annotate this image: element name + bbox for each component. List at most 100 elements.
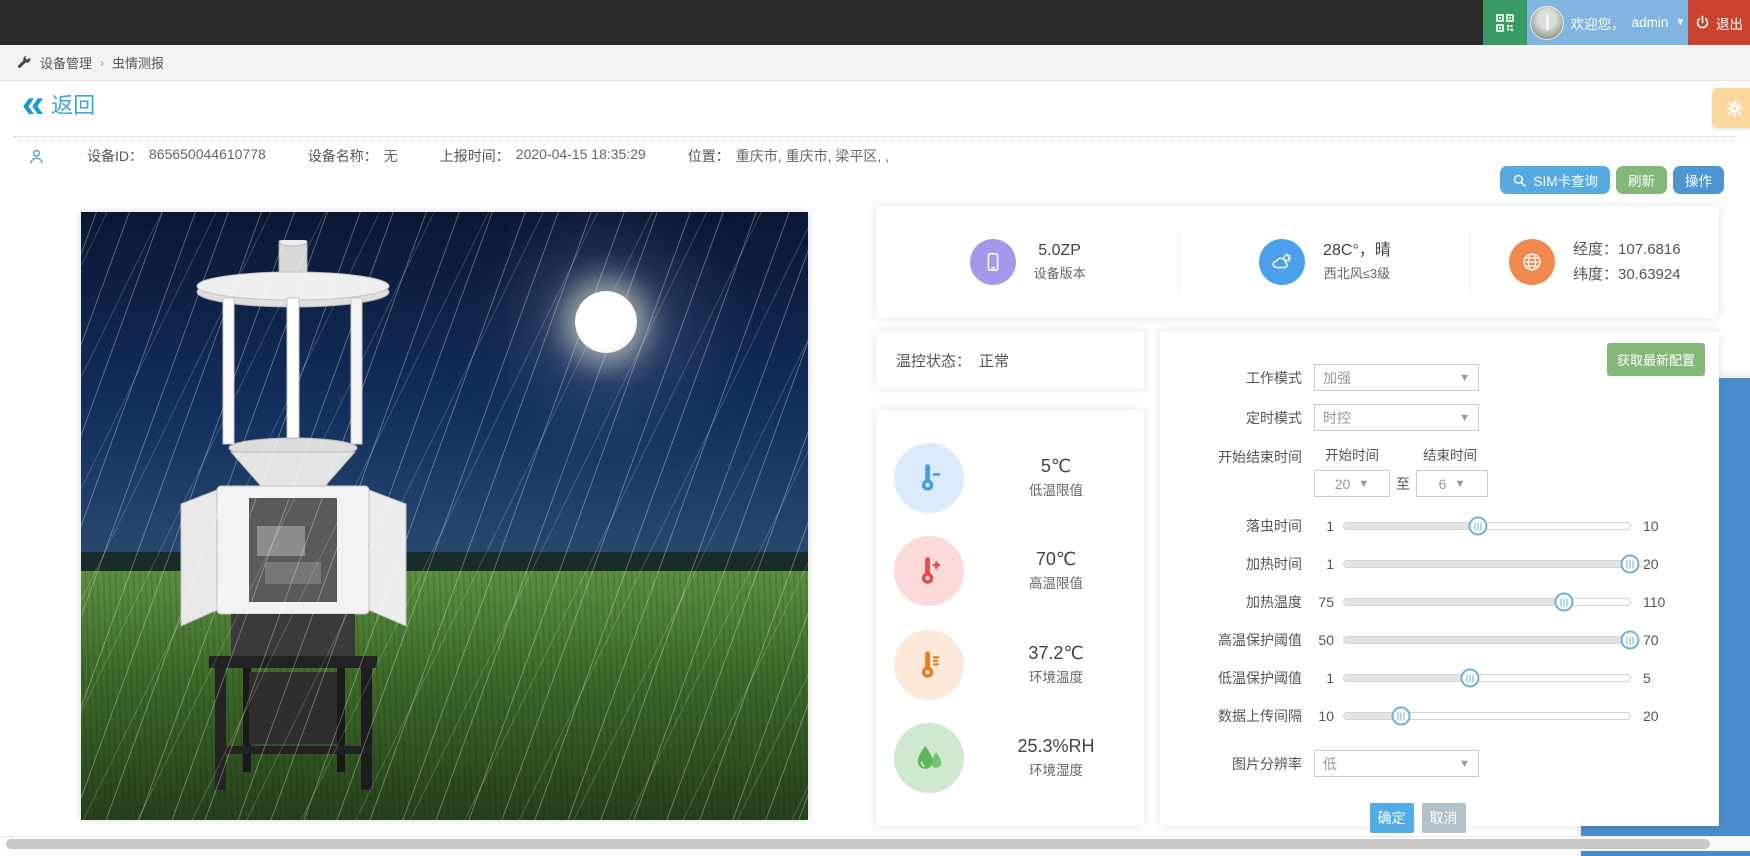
form-actions: 确定 取消 bbox=[1138, 803, 1697, 833]
to-label: 至 bbox=[1396, 474, 1410, 494]
humidity-drop-icon bbox=[894, 723, 964, 793]
pest-trap-device bbox=[173, 240, 413, 800]
time-range-selects: 20▼ 至 6▼ bbox=[1314, 470, 1719, 497]
sensor-label: 环境湿度 bbox=[968, 759, 1144, 783]
slider-row: 加热时间 1 20 bbox=[1160, 552, 1719, 576]
start-time-select[interactable]: 20▼ bbox=[1314, 470, 1390, 497]
resolution-label: 图片分辨率 bbox=[1160, 754, 1302, 774]
slider-max: 70 bbox=[1643, 632, 1659, 648]
globe-icon bbox=[1509, 239, 1555, 285]
slider-label: 落虫时间 bbox=[1160, 516, 1302, 536]
weather-label: 西北风≤3级 bbox=[1323, 263, 1391, 285]
horizontal-scrollbar-thumb[interactable] bbox=[6, 839, 1710, 849]
slider-min: 75 bbox=[1310, 594, 1334, 610]
slider-min: 1 bbox=[1310, 670, 1334, 686]
slider-track[interactable] bbox=[1343, 560, 1631, 568]
dotted-divider bbox=[14, 136, 1736, 137]
slider-label: 低温保护阈值 bbox=[1160, 668, 1302, 688]
wrench-icon bbox=[16, 55, 32, 71]
slider-row: 落虫时间 1 10 bbox=[1160, 514, 1719, 538]
coordinates-block: 经度：107.6816 纬度：30.63924 bbox=[1471, 237, 1719, 287]
toolbar: 拍照 SIM卡查询 刷新 操作 bbox=[1500, 166, 1724, 194]
temp-status-card: 温控状态： 正常 bbox=[876, 331, 1144, 389]
qr-code-button[interactable] bbox=[1483, 0, 1527, 45]
sensors-card: 5℃ 低温限值 70℃ 高温限值 37.2℃ 环境温度 bbox=[876, 410, 1144, 826]
sensor-value: 37.2℃ bbox=[968, 640, 1144, 666]
slider-row: 数据上传间隔 10 20 bbox=[1160, 704, 1719, 728]
slider-row: 高温保护阈值 50 70 bbox=[1160, 628, 1719, 652]
time-range-headers: 开始时间 结束时间 bbox=[1314, 444, 1486, 464]
slider-max: 10 bbox=[1643, 518, 1659, 534]
cancel-button[interactable]: 取消 bbox=[1422, 803, 1466, 833]
work-mode-select[interactable]: 加强▼ bbox=[1314, 364, 1479, 391]
operate-button[interactable]: 操作 bbox=[1673, 166, 1724, 194]
slider-track[interactable] bbox=[1343, 522, 1631, 530]
qr-code-icon bbox=[1495, 13, 1515, 33]
slider-thumb[interactable] bbox=[1621, 555, 1640, 574]
slider-thumb[interactable] bbox=[1555, 593, 1574, 612]
settings-tab-button[interactable] bbox=[1712, 88, 1750, 128]
avatar bbox=[1530, 6, 1564, 40]
breadcrumb-item-pest-report: 虫情测报 bbox=[112, 53, 164, 72]
page: 欢迎您， admin ▼ 退出 设备管理 › 虫情测报 « 返回 bbox=[0, 0, 1750, 856]
timer-mode-select[interactable]: 时控▼ bbox=[1314, 404, 1479, 431]
sensor-label: 低温限值 bbox=[968, 479, 1144, 503]
welcome-text: 欢迎您， bbox=[1571, 13, 1625, 33]
thermometer-low-icon bbox=[894, 443, 964, 513]
device-version-value: 5.0ZP bbox=[1034, 239, 1086, 263]
resolution-row: 图片分辨率 低▼ bbox=[1160, 750, 1719, 777]
slider-thumb[interactable] bbox=[1621, 631, 1640, 650]
slider-max: 5 bbox=[1643, 670, 1651, 686]
back-button[interactable]: « 返回 bbox=[22, 88, 95, 120]
sensor-value: 70℃ bbox=[968, 546, 1144, 572]
slider-label: 数据上传间隔 bbox=[1160, 706, 1302, 726]
moon bbox=[575, 291, 637, 353]
person-icon bbox=[28, 148, 45, 165]
summary-card: 5.0ZP 设备版本 28C°，晴 西北风≤3级 bbox=[876, 206, 1719, 318]
temp-status-value: 正常 bbox=[979, 350, 1009, 371]
timer-mode-row: 定时模式 时控▼ bbox=[1160, 404, 1719, 431]
slider-thumb[interactable] bbox=[1392, 707, 1411, 726]
end-time-select[interactable]: 6▼ bbox=[1416, 470, 1488, 497]
chevron-down-icon: ▼ bbox=[1459, 758, 1470, 770]
username: admin bbox=[1632, 15, 1669, 30]
slider-label: 加热温度 bbox=[1160, 592, 1302, 612]
logout-button[interactable]: 退出 bbox=[1688, 0, 1750, 45]
slider-row: 低温保护阈值 1 5 bbox=[1160, 666, 1719, 690]
confirm-button[interactable]: 确定 bbox=[1370, 803, 1414, 833]
list-item: 25.3%RH 环境湿度 bbox=[876, 723, 1144, 793]
fetch-config-button[interactable]: 获取最新配置 bbox=[1607, 343, 1705, 376]
user-menu[interactable]: 欢迎您，admin ▼ bbox=[1527, 0, 1688, 45]
power-icon bbox=[1695, 15, 1710, 30]
device-info-row: 设备ID：865650044610778 设备名称：无 上报时间：2020-04… bbox=[28, 146, 889, 166]
slider-track[interactable] bbox=[1343, 636, 1631, 644]
slider-thumb[interactable] bbox=[1469, 517, 1488, 536]
slider-min: 10 bbox=[1310, 708, 1334, 724]
slider-min: 50 bbox=[1310, 632, 1334, 648]
breadcrumb-item-devices[interactable]: 设备管理 bbox=[40, 53, 92, 72]
chevron-down-icon: ▼ bbox=[1358, 478, 1369, 490]
thermometer-ambient-icon bbox=[894, 630, 964, 700]
config-form-card: 获取最新配置 工作模式 加强▼ 定时模式 时控▼ 开始结束时间 开始时间 结束时… bbox=[1160, 331, 1719, 826]
slider-thumb[interactable] bbox=[1460, 669, 1479, 688]
temp-status-label: 温控状态： bbox=[896, 350, 971, 371]
chevron-down-icon: ▼ bbox=[1454, 478, 1465, 490]
breadcrumb: 设备管理 › 虫情测报 bbox=[0, 45, 1750, 81]
report-time: 上报时间：2020-04-15 18:35:29 bbox=[440, 146, 646, 166]
device-version-block: 5.0ZP 设备版本 bbox=[876, 239, 1179, 285]
slider-track[interactable] bbox=[1343, 598, 1631, 606]
thermometer-high-icon bbox=[894, 536, 964, 606]
list-item: 37.2℃ 环境温度 bbox=[876, 630, 1144, 700]
slider-label: 高温保护阈值 bbox=[1160, 630, 1302, 650]
time-range-label: 开始结束时间 bbox=[1160, 447, 1302, 467]
topbar: 欢迎您，admin ▼ 退出 bbox=[0, 0, 1750, 45]
sim-query-button[interactable]: SIM卡查询 bbox=[1500, 166, 1610, 194]
refresh-button[interactable]: 刷新 bbox=[1616, 166, 1667, 194]
work-mode-label: 工作模式 bbox=[1160, 368, 1302, 388]
slider-max: 20 bbox=[1643, 556, 1659, 572]
slider-track[interactable] bbox=[1343, 712, 1631, 720]
slider-track[interactable] bbox=[1343, 674, 1631, 682]
slider-row: 加热温度 75 110 bbox=[1160, 590, 1719, 614]
sensor-label: 环境温度 bbox=[968, 666, 1144, 690]
resolution-select[interactable]: 低▼ bbox=[1314, 750, 1479, 777]
